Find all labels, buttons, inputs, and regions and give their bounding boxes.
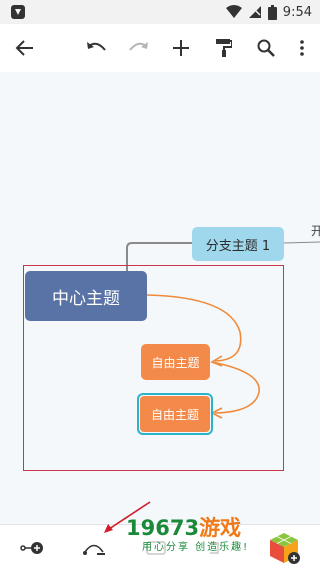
cube-plus-icon [270, 532, 300, 564]
format-button[interactable] [202, 24, 246, 72]
add-button[interactable] [159, 24, 203, 72]
undo-button[interactable] [74, 24, 118, 72]
redo-icon [129, 42, 148, 51]
add-node-icon [20, 541, 43, 554]
add-subtopic-button[interactable] [10, 525, 54, 570]
back-arrow-icon [15, 40, 33, 56]
redo-button[interactable] [117, 24, 161, 72]
app-shield-icon [11, 5, 25, 19]
signal-off-icon [248, 6, 261, 18]
more-button[interactable] [280, 24, 320, 72]
back-button[interactable] [3, 24, 47, 72]
status-time: 9:54 [282, 4, 312, 20]
format-paint-icon [216, 39, 232, 57]
relationship-button[interactable] [72, 525, 116, 570]
watermark-subtitle: 用心分享 创造乐趣! [142, 542, 250, 553]
offscreen-branch-label[interactable]: 开 [311, 222, 320, 239]
battery-icon [267, 4, 277, 20]
top-toolbar [0, 24, 320, 72]
search-icon [257, 39, 275, 57]
annotation-rectangle [23, 265, 284, 471]
status-bar: 9:54 [0, 0, 320, 24]
more-vert-icon [300, 40, 304, 56]
relationship-curve-icon [83, 544, 105, 555]
mindmap-canvas[interactable]: 中心主题 分支主题 1 开 自由主题 自由主题 [0, 72, 320, 524]
plus-icon [173, 40, 189, 56]
branch-topic-node[interactable]: 分支主题 1 [192, 227, 284, 261]
wifi-icon [225, 5, 242, 18]
more-insert-button[interactable] [262, 525, 306, 570]
undo-icon [87, 42, 106, 51]
